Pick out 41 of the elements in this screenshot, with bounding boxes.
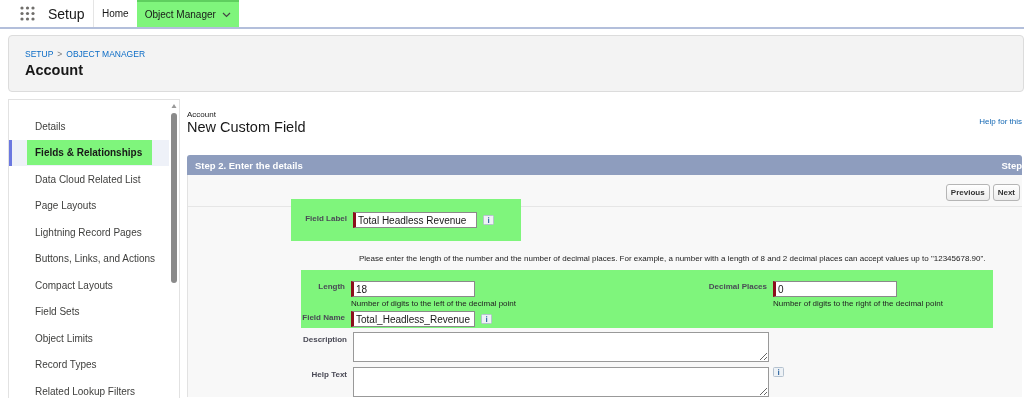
- page-title: New Custom Field: [187, 119, 306, 135]
- step-title: Step 2. Enter the details: [195, 159, 303, 171]
- sidebar-item[interactable]: Record Types: [9, 351, 169, 378]
- sidebar-item[interactable]: Related Lookup Filters: [9, 378, 169, 401]
- sidebar-item[interactable]: Fields & Relationships: [9, 139, 169, 166]
- sidebar-item[interactable]: Page Layouts: [9, 192, 169, 219]
- field-label: Decimal Places: [707, 281, 767, 291]
- sidebar-item[interactable]: Buttons, Links, and Actions: [9, 245, 169, 272]
- hint-text: Number of digits to the right of the decimal point: [773, 299, 944, 309]
- nav-button[interactable]: Previous: [945, 184, 990, 201]
- field-label: Field Name: [301, 312, 345, 322]
- help-link[interactable]: Help for this: [979, 117, 1022, 135]
- nav-tab[interactable]: Home: [94, 0, 137, 27]
- text-area[interactable]: [353, 332, 769, 362]
- breadcrumb-separator: >: [57, 49, 63, 59]
- field-label: Help Text: [310, 369, 347, 379]
- field-label: Field Label: [304, 213, 347, 223]
- input-field[interactable]: 18: [351, 281, 475, 297]
- nav-tab[interactable]: Object Manager: [136, 0, 239, 27]
- breadcrumb-link[interactable]: OBJECT MANAGER: [66, 49, 146, 59]
- app-title: Setup: [48, 0, 94, 27]
- sidebar-item[interactable]: Compact Layouts: [9, 272, 169, 299]
- instruction-text: Please enter the length of the number and the number of decimal places. For example, a number with a length of 8 and 2 decimal places can accept values up to "12345678.90".: [359, 254, 987, 263]
- input-field[interactable]: 0: [773, 281, 897, 297]
- text-area[interactable]: [353, 367, 769, 397]
- sidebar-item[interactable]: Details: [9, 113, 169, 140]
- step-number: Step: [1001, 159, 1022, 171]
- object-title: Account: [25, 62, 84, 78]
- breadcrumb-link[interactable]: SETUP: [25, 49, 54, 59]
- object-name: Account: [187, 110, 217, 119]
- field-label: Description: [302, 334, 347, 344]
- sidebar-item[interactable]: Object Limits: [9, 325, 169, 352]
- app-launcher-icon: [20, 6, 35, 21]
- field-label: Length: [317, 281, 345, 291]
- sidebar-item[interactable]: Data Cloud Related List: [9, 166, 169, 193]
- input-field[interactable]: Total_Headless_Revenue: [351, 311, 475, 327]
- input-field[interactable]: Total Headless Revenue: [353, 212, 477, 228]
- sidebar-item[interactable]: Lightning Record Pages: [9, 219, 169, 246]
- sidebar-item[interactable]: Field Sets: [9, 298, 169, 325]
- hint-text: Number of digits to the left of the decimal point: [351, 299, 517, 309]
- nav-button[interactable]: Next: [992, 184, 1020, 201]
